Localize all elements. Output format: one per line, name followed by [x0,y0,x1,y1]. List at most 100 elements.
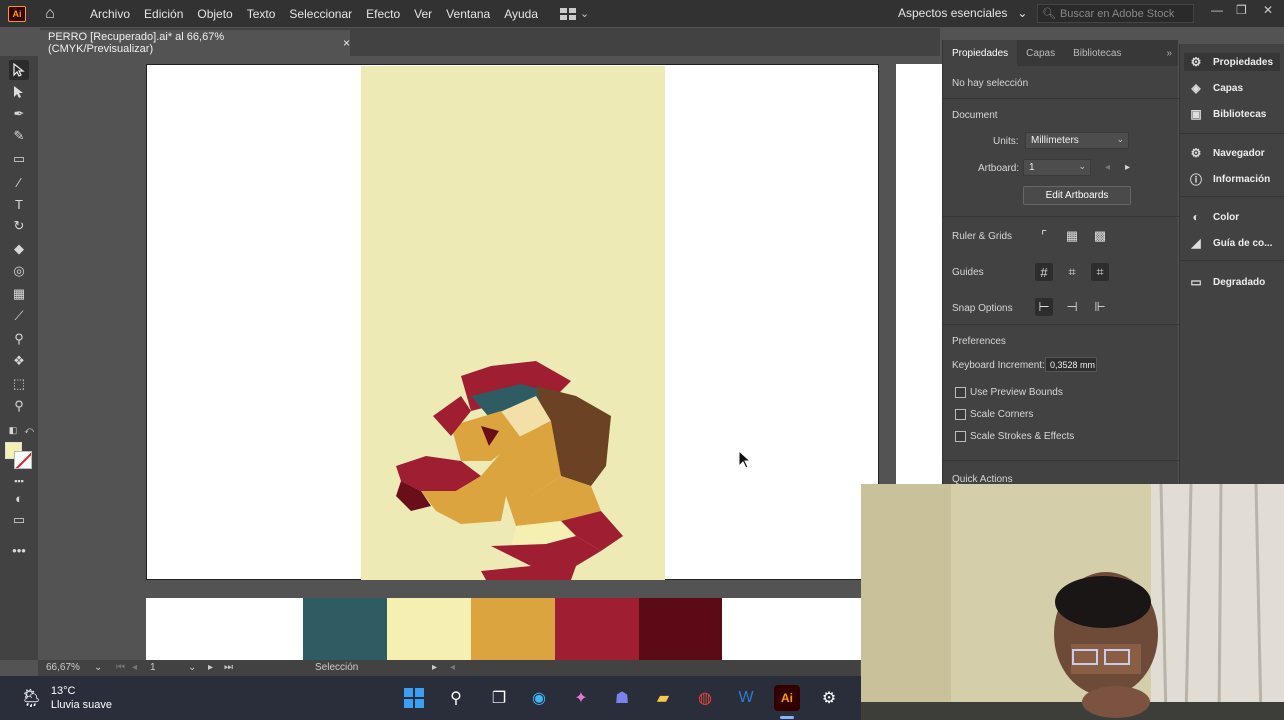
dock-capas[interactable]: ◈ Capas [1188,79,1243,97]
snap-to-pixel-icon[interactable]: ⊣ [1063,298,1081,316]
stock-search-input[interactable]: 🔍︎ Buscar en Adobe Stock [1037,4,1194,23]
next-artboard-icon[interactable]: ▸ [208,662,213,673]
eyedropper-tool-icon[interactable]: ⟋ [9,306,29,326]
menu-ayuda[interactable]: Ayuda [504,7,538,21]
chevron-down-icon: ⌄ [1017,6,1028,20]
next-artboard-icon[interactable]: ▸ [1125,162,1130,173]
more-tools-icon[interactable]: ••• [9,540,29,560]
transparency-grid-icon[interactable]: ▩ [1091,227,1109,245]
edit-artboards-button[interactable]: Edit Artboards [1023,186,1131,205]
units-dropdown[interactable]: Millimeters ⌄ [1025,132,1129,149]
grid-icon[interactable]: ▦ [1063,227,1081,245]
menu-efecto[interactable]: Efecto [366,7,400,21]
menu-archivo[interactable]: Archivo [90,7,130,21]
collapse-panel-icon[interactable]: » [1166,48,1172,59]
eraser-tool-icon[interactable]: ◆ [9,239,29,259]
symbol-sprayer-tool-icon[interactable]: ❖ [9,351,29,371]
workspace-switcher[interactable]: Aspectos esenciales ⌄ [898,6,1027,20]
scale-corners-label: Scale Corners [970,409,1034,420]
home-icon[interactable]: ⌂ [40,5,60,23]
dock-degradado[interactable]: ▭ Degradado [1188,273,1265,291]
type-tool-icon[interactable]: T [9,194,29,214]
menu-ver[interactable]: Ver [414,7,432,21]
dock-propiedades[interactable]: ⚙ Propiedades [1184,53,1280,71]
scale-strokes-checkbox[interactable] [955,431,966,442]
edge-browser-icon[interactable]: ◉ [526,685,552,711]
task-view-icon[interactable]: ❐ [486,685,512,711]
keyboard-increment-input[interactable]: 0,3528 mm [1045,357,1097,372]
dock-color[interactable]: ◐ Color [1188,208,1239,226]
menu-edicion[interactable]: Edición [144,7,183,21]
chevron-down-icon[interactable]: ⌄ [94,662,102,673]
close-icon[interactable]: ✕ [1263,3,1273,17]
pen-tool-icon[interactable]: ✒ [9,104,29,124]
illustrator-taskbar-icon[interactable]: Ai [774,685,800,711]
copilot-icon[interactable]: ✦ [568,685,594,711]
last-artboard-icon[interactable]: ⏭ [224,662,233,673]
teams-icon[interactable]: ☗ [609,685,635,711]
blend-tool-icon[interactable]: ⚲ [9,329,29,349]
tab-bibliotecas[interactable]: Bibliotecas [1064,40,1130,66]
minimize-icon[interactable]: — [1211,3,1223,17]
rulers-icon[interactable]: ⌜ [1035,227,1053,245]
show-guides-icon[interactable]: # [1035,263,1053,281]
restore-icon[interactable]: ❐ [1236,3,1247,17]
use-preview-bounds-checkbox[interactable] [955,387,966,398]
zoom-tool-icon[interactable]: ⚲ [9,396,29,416]
smart-guides-icon[interactable]: ⌗ [1091,263,1109,281]
canvas-area[interactable] [38,56,942,660]
chevron-down-icon[interactable]: ⌄ [188,662,196,673]
shape-builder-tool-icon[interactable]: ◎ [9,261,29,281]
previous-artboard-icon[interactable]: ◂ [132,662,137,673]
tab-capas[interactable]: Capas [1017,40,1064,66]
menu-objeto[interactable]: Objeto [197,7,232,21]
artboard-tool-icon[interactable]: ⬚ [9,374,29,394]
tab-propiedades[interactable]: Propiedades [943,40,1018,66]
close-tab-icon[interactable]: × [343,36,350,50]
menu-seleccionar[interactable]: Seleccionar [289,7,352,21]
rectangle-tool-icon[interactable]: ▭ [9,149,29,169]
screen-mode-icon[interactable]: ▭ [9,510,29,530]
gradient-tool-icon[interactable]: ▦ [9,284,29,304]
curvature-tool-icon[interactable]: ✎ [9,126,29,146]
palette-artboard[interactable] [146,598,879,660]
artboard-dropdown[interactable]: 1 ⌄ [1023,159,1091,176]
previous-artboard-icon[interactable]: ◂ [1105,162,1110,173]
weather-widget[interactable]: 🌦 13°C Lluvia suave [20,684,112,712]
settings-icon[interactable]: ⚙ [816,685,842,711]
paintbrush-tool-icon[interactable]: ⁄ [9,172,29,192]
dock-guia-color[interactable]: ◢ Guía de co... [1188,234,1272,252]
document-tab-bar: PERRO [Recuperado].ai* al 66,67% (CMYK/P… [40,28,940,56]
direct-selection-tool-icon[interactable] [9,82,29,102]
menu-ventana[interactable]: Ventana [446,7,490,21]
draw-mode-icon[interactable]: ◐ [9,488,29,508]
selection-tool-icon[interactable] [9,60,29,80]
swap-colors-icon[interactable]: ⤺ [19,420,39,440]
status-menu-icon[interactable]: ▸ [432,662,437,673]
menu-texto[interactable]: Texto [247,7,276,21]
dock-bibliotecas[interactable]: ▣ Bibliotecas [1188,105,1266,123]
file-explorer-icon[interactable]: ▰ [650,685,676,711]
arrange-documents-button[interactable]: ⌄ [560,7,589,20]
word-icon[interactable]: W [733,685,759,711]
artboard[interactable] [146,64,879,580]
secondary-artboard[interactable] [896,64,942,484]
search-icon[interactable]: ⚲ [443,685,469,711]
scale-corners-checkbox[interactable] [955,409,966,420]
chrome-icon[interactable]: ◍ [692,685,718,711]
windows-start-icon[interactable] [401,685,427,711]
snap-to-glyph-icon[interactable]: ⊩ [1091,298,1109,316]
dock-navegador[interactable]: ⚙ Navegador [1188,144,1265,162]
snap-to-point-icon[interactable]: ⊢ [1035,298,1053,316]
rotate-tool-icon[interactable]: ↻ [9,216,29,236]
artboard-number[interactable]: 1 [150,662,156,673]
grid-layout-icon [560,7,577,20]
lock-guides-icon[interactable]: ⌗ [1063,263,1081,281]
first-artboard-icon[interactable]: ⏮ [116,662,125,673]
zoom-level[interactable]: 66,67% [46,662,80,673]
document-tab[interactable]: PERRO [Recuperado].ai* al 66,67% (CMYK/P… [40,30,350,56]
dock-informacion[interactable]: ⓘ Información [1188,170,1270,188]
scroll-left-icon[interactable]: ◂ [450,662,455,673]
stroke-swatch[interactable] [14,451,32,469]
divider [1180,133,1284,134]
